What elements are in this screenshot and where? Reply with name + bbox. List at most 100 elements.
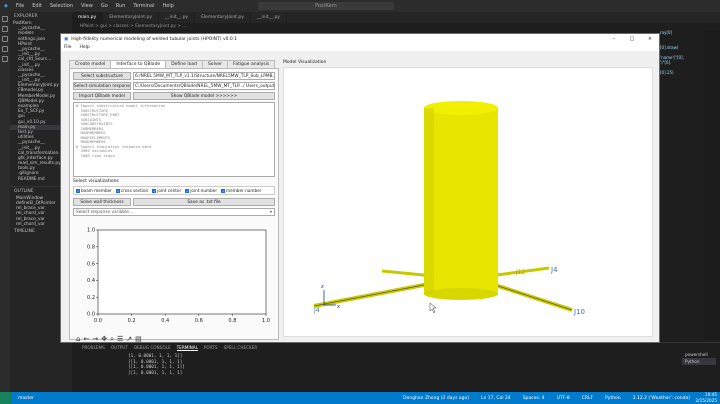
tab-solver[interactable]: Solver [201, 60, 229, 68]
model-visualization-label: Model Visualization [283, 60, 327, 65]
show-qblade-button[interactable]: Show QBlade model >>>>>> [133, 92, 275, 100]
menu-view[interactable]: View [81, 3, 93, 9]
remote-indicator-icon[interactable] [0, 392, 12, 404]
select-sim-response-button[interactable]: Select simulation response [73, 82, 131, 90]
checkbox-label: member number [226, 188, 262, 193]
editor-tab[interactable]: ElementaryJoint.py [103, 12, 160, 23]
tab-interface-qblade[interactable]: Interface to QBlade [110, 60, 167, 68]
status-item[interactable]: Donghan Zhong (2 days ago) [403, 396, 469, 401]
brace-right-axis [488, 282, 573, 311]
back-icon[interactable]: ← [83, 335, 89, 344]
minimize-icon[interactable]: – [605, 36, 623, 42]
model-viewport[interactable]: z x J4 J10 J12 J4 [283, 67, 653, 337]
panel-tab[interactable]: DEBUG CONSOLE [134, 345, 171, 351]
terminal-line: [[1, 0.0001, 1, 1, 1] [128, 370, 183, 376]
solve-wall-thickness-button[interactable]: Solve wall thickness [73, 198, 131, 206]
substructure-path-field[interactable]: 6:/NREL 5MW_MT_TLP_v1.1/Structure/NREL5M… [133, 72, 275, 80]
status-branch[interactable]: master [18, 396, 34, 401]
checkbox-joint-number[interactable]: ✓ joint number [185, 188, 217, 193]
x-tick-label: 1.0 [262, 318, 270, 324]
panel-tab[interactable]: TERMINAL [176, 345, 198, 351]
checkbox-checked-icon[interactable]: ✓ [76, 188, 80, 193]
checkbox-cross-section[interactable]: ✓ cross section [115, 188, 148, 193]
editor-tab[interactable]: __init__.py [251, 12, 287, 23]
status-item[interactable]: CRLF [582, 396, 593, 401]
sim-response-path-field[interactable]: C:/Users/Documents/QBlade/NREL_5MW_MT_TL… [133, 82, 275, 90]
extensions-icon[interactable] [2, 56, 8, 62]
minimap[interactable] [704, 30, 720, 340]
checkbox-checked-icon[interactable]: ✓ [115, 188, 120, 193]
info-log[interactable]: # Import substructure model information … [73, 102, 275, 177]
import-qblade-button[interactable]: Import QBlade model [73, 92, 131, 100]
forward-icon[interactable]: → [92, 335, 98, 344]
checkbox-checked-icon[interactable]: ✓ [185, 188, 190, 193]
y-tick-label: 0.2 [87, 295, 95, 301]
panel-tab[interactable]: PORTS [204, 345, 218, 351]
model-3d-render[interactable]: z x J4 J10 J12 J4 [284, 68, 654, 338]
command-search-input[interactable]: PostKern [258, 2, 394, 10]
tab-fatigue-analysis[interactable]: Fatigue analysis [227, 60, 276, 68]
files-icon[interactable] [2, 16, 8, 22]
response-variable-select[interactable]: Select response variable... ▾ [73, 208, 275, 216]
editor-tab[interactable]: main.py [72, 12, 104, 23]
checkbox-member-number[interactable]: ✓ member number [221, 188, 261, 193]
status-item[interactable]: 3.12.2 ('Weather': conda) [633, 396, 690, 401]
source-control-icon[interactable] [2, 36, 8, 42]
search-icon[interactable] [2, 26, 8, 32]
select-substructure-button[interactable]: Select substructure [73, 72, 131, 80]
code-editor-visible[interactable]: ray[0] [0].draw('name'("[0], ')"[0]. [0].25… [660, 30, 704, 340]
status-item[interactable]: Ln 17, Col 24 [481, 396, 511, 401]
joint-label-j4-left: J4 [313, 307, 320, 314]
app-tabs: Create model Interface to QBlade Define … [69, 60, 279, 68]
main-column [424, 108, 498, 294]
checkbox-joint-center[interactable]: ✓ joint center [152, 188, 181, 193]
menu-file[interactable]: File [16, 3, 24, 9]
status-item[interactable]: Spaces: 4 [523, 396, 545, 401]
save-txt-button[interactable]: Save as .txt file [133, 198, 275, 206]
checkbox-beam-member[interactable]: ✓ beam member [76, 188, 112, 193]
editor-tab[interactable]: ElementaryJoint.py [195, 12, 251, 23]
status-item[interactable]: UTF-8 [557, 396, 570, 401]
menu-go[interactable]: Go [101, 3, 108, 9]
app-menu-file[interactable]: File [64, 44, 72, 51]
checkbox-checked-icon[interactable]: ✓ [152, 188, 157, 193]
menu-terminal[interactable]: Terminal [133, 3, 154, 9]
checkbox-label: joint number [190, 188, 218, 193]
pan-icon[interactable]: ✥ [101, 335, 107, 344]
menu-run[interactable]: Run [116, 3, 126, 9]
menu-help[interactable]: Help [163, 3, 174, 9]
home-icon[interactable]: ⌂ [76, 335, 80, 344]
maximize-icon[interactable]: □ [623, 36, 641, 42]
clock: 10:45 2/15/2025 [695, 392, 717, 404]
response-plot[interactable]: 0.0 0.2 0.4 0.6 0.8 1.0 0.0 0.2 0.4 0.6 0.8 1.0 [76, 224, 274, 339]
panel-tab[interactable]: PROBLEMS [82, 345, 105, 351]
breadcrumb[interactable]: HPoint > gui > classes > ElementaryJoint… [72, 23, 720, 30]
save-icon[interactable]: ▤ [135, 335, 142, 344]
status-item[interactable]: Python [605, 396, 621, 401]
terminal-instance[interactable]: Python [682, 358, 716, 365]
x-tick-label: 0.8 [228, 318, 236, 324]
panel-tab[interactable]: SPELL CHECKER [224, 345, 258, 351]
checkbox-checked-icon[interactable]: ✓ [221, 188, 226, 193]
run-debug-icon[interactable] [2, 46, 8, 52]
zoom-icon[interactable]: ⌕ [110, 335, 114, 344]
terminal-instance[interactable]: powershell [682, 351, 716, 358]
visualizations-label: Select visualizations [73, 179, 119, 184]
terminal-output[interactable]: [1, 0.0001, 1, 1, 1]] [[1, 0.0001, 1, 1, … [72, 353, 720, 377]
menu-edit[interactable]: Edit [32, 3, 42, 9]
edit-curve-icon[interactable]: ↗ [126, 335, 132, 344]
close-icon[interactable]: × [641, 36, 659, 42]
menu-selection[interactable]: Selection [50, 3, 73, 9]
checkbox-label: joint center [157, 188, 182, 193]
panel-tab[interactable]: OUTPUT [111, 345, 128, 351]
y-tick-label: 0.0 [87, 312, 95, 318]
tab-define-load[interactable]: Define load [165, 60, 203, 68]
app-menu-help[interactable]: Help [80, 44, 90, 51]
clock-date: 2/15/2025 [695, 398, 717, 403]
editor-tab[interactable]: __init__.py [159, 12, 196, 23]
x-tick-label: 0.4 [161, 318, 169, 324]
tab-create-model[interactable]: Create model [69, 60, 112, 68]
configure-icon[interactable]: ☰ [117, 335, 123, 344]
vscode-titlebar: ◆ File Edit Selection View Go Run Termin… [0, 0, 720, 12]
explorer-header: EXPLORER [14, 14, 38, 19]
